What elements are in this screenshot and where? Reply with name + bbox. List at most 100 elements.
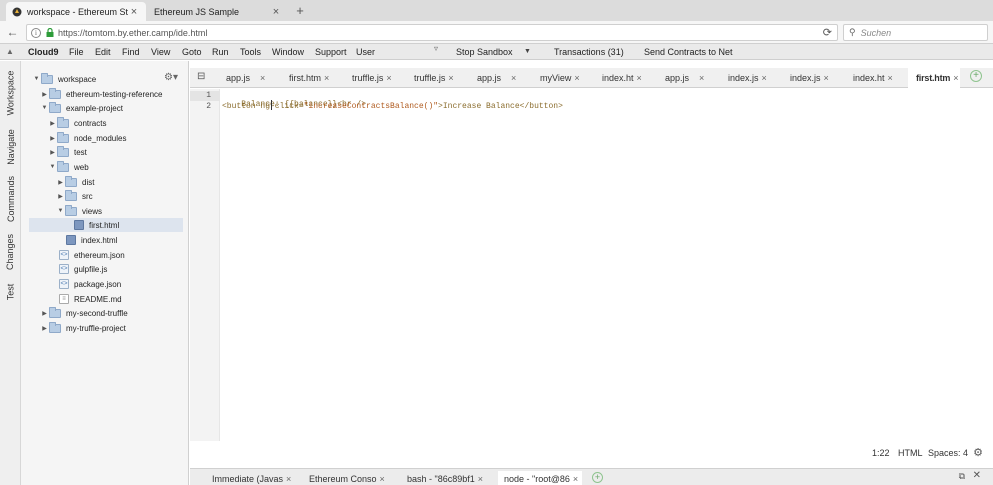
add-tab-icon[interactable]: +	[970, 70, 982, 82]
close-icon[interactable]: ×	[511, 73, 516, 83]
console-tab-bash[interactable]: bash - "86c89bf1 ×	[407, 471, 483, 485]
tree-item-src[interactable]: ▶ src	[56, 189, 93, 203]
editor-tab[interactable]: index.js ×	[728, 68, 767, 88]
expanded-arrow-icon[interactable]: ▼	[32, 76, 41, 82]
editor-tab[interactable]: index.ht ×	[853, 68, 893, 88]
transactions-button[interactable]: Transactions (31)	[554, 44, 624, 60]
info-icon[interactable]: i	[31, 27, 41, 38]
cursor-position[interactable]: 1:22	[872, 448, 890, 458]
tab-test[interactable]: Test	[0, 279, 21, 305]
close-icon[interactable]: ×	[637, 73, 642, 83]
close-icon[interactable]: ×	[386, 73, 391, 83]
chevron-down-icon[interactable]: ▼	[524, 44, 531, 60]
expanded-arrow-icon[interactable]: ▼	[56, 208, 65, 214]
collapsed-arrow-icon[interactable]: ▶	[48, 120, 57, 127]
tree-root-workspace[interactable]: ▼ workspace	[32, 72, 96, 86]
url-field[interactable]: i https://tomtom.by.ether.camp/ide.html …	[26, 24, 838, 41]
collapsed-arrow-icon[interactable]: ▶	[56, 193, 65, 200]
editor-tab[interactable]: first.htm ×	[289, 68, 329, 88]
tree-item-my-second-truffle[interactable]: ▶ my-second-truffle	[40, 306, 128, 320]
settings-gear-icon[interactable]: ⚙	[973, 446, 983, 459]
pane-menu-icon[interactable]: ⊟	[197, 71, 205, 82]
browser-tab-ethereum-js-sample[interactable]: Ethereum JS Sample ×	[148, 2, 288, 21]
tree-item-readme-md[interactable]: ≡ README.md	[59, 292, 122, 306]
close-icon[interactable]: ×	[573, 474, 578, 484]
menu-file[interactable]: File	[69, 44, 84, 60]
new-tab-icon[interactable]: +	[292, 2, 308, 19]
tree-item-node-modules[interactable]: ▶ node_modules	[48, 131, 126, 145]
close-icon[interactable]: ×	[270, 6, 282, 18]
close-icon[interactable]: ×	[260, 73, 265, 83]
close-icon[interactable]: ×	[699, 73, 704, 83]
tree-item-ethereum-testing-reference[interactable]: ▶ ethereum-testing-reference	[40, 87, 163, 101]
tree-item-views[interactable]: ▼ views	[56, 204, 102, 218]
tree-item-first-html[interactable]: first.html	[29, 218, 183, 232]
tree-item-test[interactable]: ▶ test	[48, 145, 87, 159]
collapse-menu-icon[interactable]: ▲	[6, 47, 14, 56]
collapsed-arrow-icon[interactable]: ▶	[48, 149, 57, 156]
editor-tab-active[interactable]: first.htm ×	[908, 68, 960, 88]
console-tab-node[interactable]: node - "root@86 ×	[498, 471, 583, 485]
close-icon[interactable]: ×	[286, 474, 291, 484]
close-panel-icon[interactable]: ✕	[973, 470, 981, 481]
tree-item-package-json[interactable]: <> package.json	[59, 277, 121, 291]
tab-workspace[interactable]: Workspace	[0, 67, 21, 119]
stop-sandbox-button[interactable]: Stop Sandbox	[456, 44, 513, 60]
menu-tools[interactable]: Tools	[240, 44, 261, 60]
tab-commands[interactable]: Commands	[0, 175, 21, 223]
editor-tab[interactable]: index.js ×	[790, 68, 829, 88]
tab-changes[interactable]: Changes	[0, 232, 21, 272]
expanded-arrow-icon[interactable]: ▼	[48, 164, 57, 170]
console-tab-ethereum[interactable]: Ethereum Conso ×	[309, 471, 385, 485]
editor-tab[interactable]: app.js ×	[665, 68, 704, 88]
gear-icon[interactable]: ⚙▾	[164, 72, 178, 83]
collapsed-arrow-icon[interactable]: ▶	[56, 179, 65, 186]
editor-tab[interactable]: truffle.js ×	[352, 68, 392, 88]
close-icon[interactable]: ×	[953, 73, 958, 83]
menu-run[interactable]: Run	[212, 44, 229, 60]
browser-tab-workspace[interactable]: workspace - Ethereum Stu... ×	[6, 2, 146, 21]
tree-item-dist[interactable]: ▶ dist	[56, 175, 94, 189]
close-icon[interactable]: ×	[762, 73, 767, 83]
expanded-arrow-icon[interactable]: ▼	[40, 105, 49, 111]
browser-search-field[interactable]: ⚲ Suchen	[843, 24, 988, 41]
close-icon[interactable]: ×	[324, 73, 329, 83]
menu-view[interactable]: View	[151, 44, 170, 60]
menu-find[interactable]: Find	[122, 44, 140, 60]
code-editor[interactable]: Balance: {{balance}}<br /> <button ng-cl…	[222, 89, 993, 441]
indent-setting[interactable]: Spaces: 4	[928, 448, 968, 458]
menu-edit[interactable]: Edit	[95, 44, 111, 60]
editor-tab[interactable]: truffle.js ×	[414, 68, 454, 88]
close-icon[interactable]: ×	[824, 73, 829, 83]
collapsed-arrow-icon[interactable]: ▶	[48, 135, 57, 142]
menu-cloud9[interactable]: Cloud9	[28, 44, 59, 60]
reload-icon[interactable]: ⟳	[823, 26, 832, 39]
tab-navigate[interactable]: Navigate	[0, 127, 21, 167]
close-icon[interactable]: ×	[380, 474, 385, 484]
back-arrow-icon[interactable]: ←	[5, 25, 20, 40]
collapsed-arrow-icon[interactable]: ▶	[40, 91, 49, 98]
send-contracts-button[interactable]: Send Contracts to Net	[644, 44, 733, 60]
close-icon[interactable]: ×	[448, 73, 453, 83]
tree-item-my-truffle-project[interactable]: ▶ my-truffle-project	[40, 321, 126, 335]
restore-panel-icon[interactable]: ⧉	[959, 471, 965, 482]
menu-support[interactable]: Support	[315, 44, 347, 60]
close-icon[interactable]: ×	[128, 6, 140, 18]
tree-item-gulpfile-js[interactable]: <> gulpfile.js	[59, 262, 107, 276]
tree-item-web[interactable]: ▼ web	[48, 160, 89, 174]
menu-window[interactable]: Window	[272, 44, 304, 60]
console-tab-immediate[interactable]: Immediate (Javas ×	[212, 471, 291, 485]
tree-item-contracts[interactable]: ▶ contracts	[48, 116, 106, 130]
tree-item-index-html[interactable]: index.html	[66, 233, 117, 247]
tree-item-ethereum-json[interactable]: <> ethereum.json	[59, 248, 125, 262]
collapsed-arrow-icon[interactable]: ▶	[40, 325, 49, 332]
editor-tab[interactable]: myView ×	[540, 68, 580, 88]
editor-tab[interactable]: app.js ×	[226, 68, 265, 88]
close-icon[interactable]: ×	[888, 73, 893, 83]
editor-tab[interactable]: index.ht ×	[602, 68, 642, 88]
tree-item-example-project[interactable]: ▼ example-project	[40, 101, 123, 115]
close-icon[interactable]: ×	[574, 73, 579, 83]
collapsed-arrow-icon[interactable]: ▶	[40, 310, 49, 317]
language-mode[interactable]: HTML	[898, 448, 923, 458]
add-terminal-icon[interactable]: +	[592, 472, 603, 483]
